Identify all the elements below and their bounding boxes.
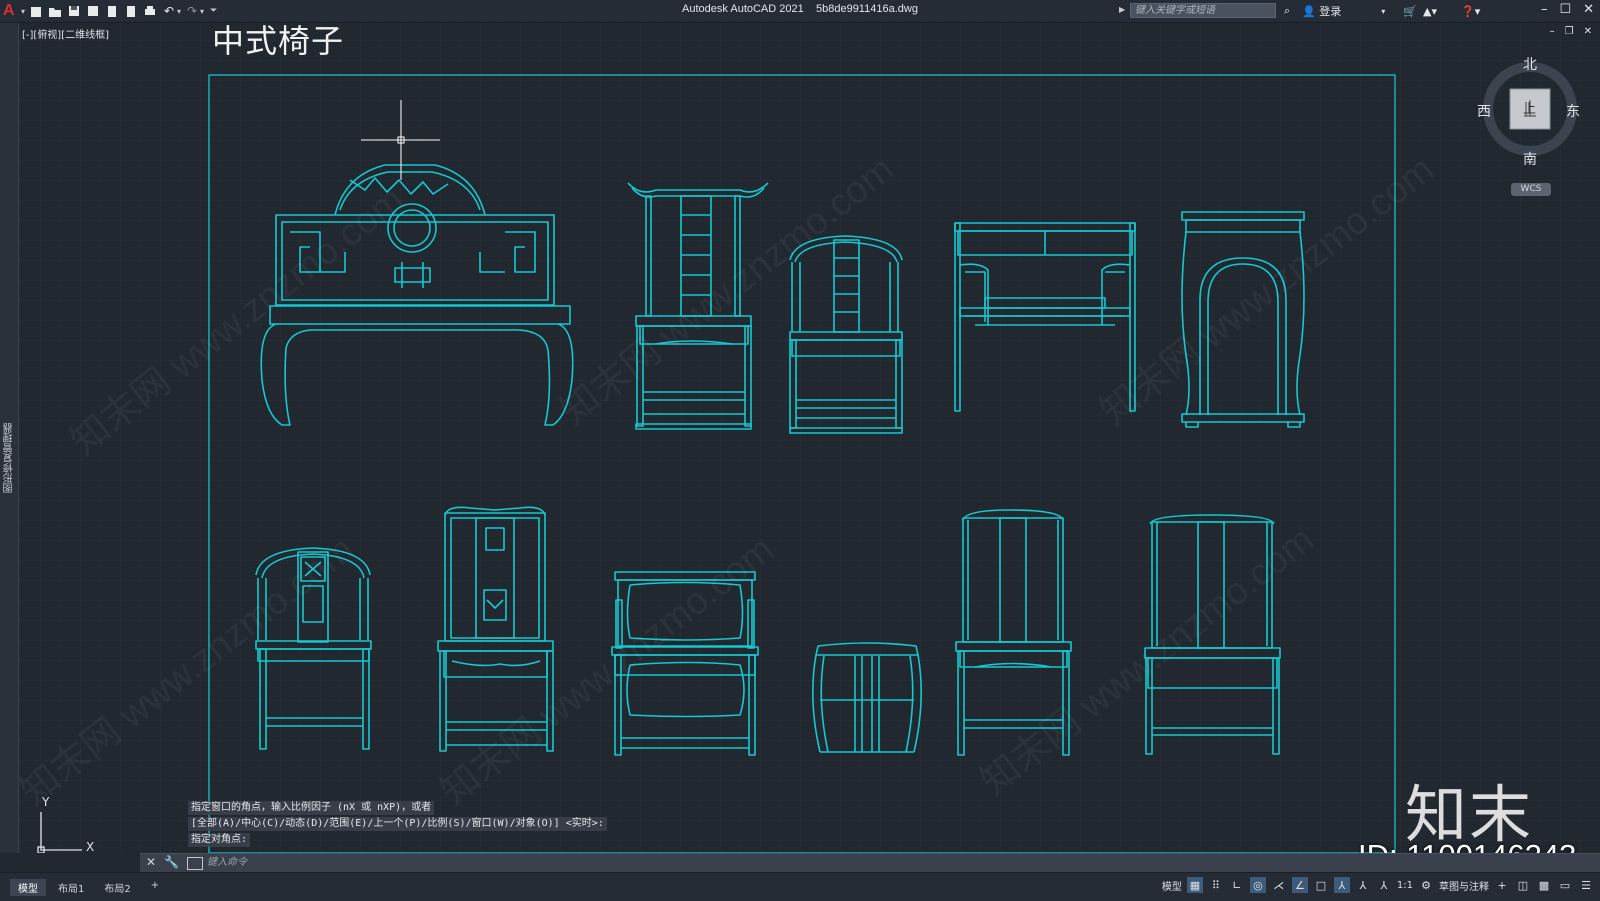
title-bar: A ▾ ↶ ▾ ↷ ▾ ⏷ Autodesk AutoCAD 2021 5b8d… [0, 0, 1600, 23]
viewcube-south[interactable]: 南 [1523, 149, 1537, 169]
command-input[interactable]: 键入命令 [185, 856, 1385, 870]
drawing-minimize-icon[interactable]: – [1550, 26, 1555, 37]
model-space-button[interactable]: 模型 [1162, 878, 1182, 893]
cart-icon[interactable]: 🛒 [1403, 2, 1417, 20]
user-icon: 👤 [1302, 4, 1316, 18]
layout-tabs: 模型 布局1 布局2 + [10, 879, 167, 896]
object-snap-tracking-icon[interactable]: ∠ [1291, 877, 1308, 893]
search-expand-icon[interactable]: ▶ [1119, 5, 1125, 14]
drawing-close-icon[interactable]: ✕ [1584, 26, 1592, 37]
clean-screen-icon[interactable]: ▭ [1557, 877, 1573, 893]
status-tools: 模型 ▦ ⠿ ∟ ◎ ⋌ ∠ □ ⅄ ⅄ ⅄ 1:1 ⚙ 草图与注释 + ◫ ▩… [1162, 877, 1594, 893]
drawing-window-controls: – ❐ ✕ [1550, 26, 1592, 37]
window-controls: – ☐ ✕ [1541, 2, 1594, 17]
hardware-acceleration-icon[interactable]: ▩ [1536, 877, 1552, 893]
tab-model[interactable]: 模型 [10, 879, 46, 896]
object-snap-icon[interactable]: □ [1313, 877, 1329, 893]
file-name: 5b8de9911416a.dwg [815, 3, 918, 15]
autodesk-a360-icon[interactable]: ▲▾ [1423, 2, 1437, 20]
viewport-controls[interactable]: [-][俯视][二维线框] [22, 26, 109, 41]
login-chevron-icon[interactable]: ▾ [1381, 7, 1385, 16]
wrench-icon[interactable]: 🔧 [164, 855, 179, 869]
close-window-icon[interactable]: ✕ [1583, 2, 1594, 17]
command-line[interactable]: ✕ 🔧 键入命令 [140, 853, 1600, 872]
snap-icon[interactable]: ⠿ [1208, 877, 1224, 893]
palette-label[interactable]: 图形修复管理器 [2, 423, 17, 493]
annotation-scale-icon[interactable]: ⅄ [1376, 877, 1392, 893]
plus-icon[interactable]: + [1494, 877, 1510, 893]
maximize-icon[interactable]: ☐ [1559, 2, 1571, 17]
close-icon[interactable]: ✕ [146, 855, 156, 869]
login-label: 登录 [1319, 5, 1342, 18]
tab-layout2[interactable]: 布局2 [96, 879, 138, 896]
viewcube-face-top[interactable]: 上 [1523, 98, 1536, 117]
status-bar: 模型 布局1 布局2 + 模型 ▦ ⠿ ∟ ◎ ⋌ ∠ □ ⅄ ⅄ ⅄ 1:1 … [0, 872, 1600, 901]
viewcube-east[interactable]: 东 [1566, 101, 1580, 121]
help-icon[interactable]: ❓▾ [1461, 2, 1480, 20]
ucs-x-label: X [86, 840, 95, 854]
drawing-restore-icon[interactable]: ❐ [1565, 26, 1574, 37]
auto-scale-icon[interactable]: ⅄ [1355, 877, 1371, 893]
scale-value[interactable]: 1:1 [1397, 880, 1413, 891]
palette-strip[interactable]: 图形修复管理器 [0, 23, 19, 853]
drawing-canvas[interactable] [0, 23, 1600, 853]
sign-in[interactable]: 👤 登录 ▾ [1302, 2, 1385, 20]
wcs-menu[interactable]: WCS [1511, 183, 1551, 196]
isolate-objects-icon[interactable]: ◫ [1515, 877, 1531, 893]
command-history-line: 指定窗口的角点，输入比例因子 (nX 或 nXP)，或者 [188, 801, 435, 815]
viewcube-west[interactable]: 西 [1477, 101, 1491, 121]
add-layout-button[interactable]: + [143, 879, 167, 896]
ucs-y-label: Y [42, 795, 50, 809]
command-history-line: 指定对角点: [188, 833, 251, 847]
minimize-icon[interactable]: – [1541, 2, 1548, 17]
isodraft-icon[interactable]: ⋌ [1271, 877, 1287, 893]
polar-icon[interactable]: ◎ [1249, 877, 1266, 893]
workspace-switch[interactable]: 草图与注释 [1439, 878, 1489, 893]
customization-menu-icon[interactable]: ☰ [1578, 877, 1594, 893]
search-input[interactable]: 键入关键字或短语 [1130, 3, 1276, 18]
grid-icon[interactable]: ▦ [1186, 877, 1203, 893]
command-history: 指定窗口的角点，输入比例因子 (nX 或 nXP)，或者 [全部(A)/中心(C… [188, 801, 607, 849]
viewcube-north[interactable]: 北 [1523, 54, 1537, 74]
ortho-icon[interactable]: ∟ [1229, 877, 1245, 893]
gear-icon[interactable]: ⚙ [1418, 877, 1434, 893]
command-history-line: [全部(A)/中心(C)/动态(D)/范围(E)/上一个(P)/比例(S)/窗口… [188, 817, 607, 831]
search-icon[interactable]: ⌕ [1284, 2, 1290, 20]
app-name: Autodesk AutoCAD 2021 [682, 3, 804, 15]
annotation-visibility-icon[interactable]: ⅄ [1333, 877, 1350, 893]
tab-layout1[interactable]: 布局1 [50, 879, 92, 896]
